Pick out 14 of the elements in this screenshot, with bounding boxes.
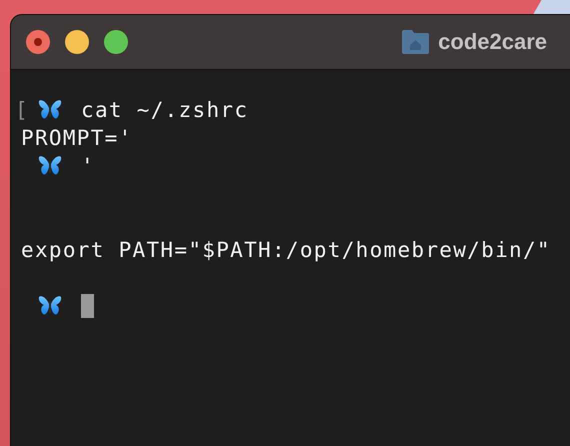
window-title: code2care	[438, 29, 547, 55]
home-folder-icon	[401, 29, 430, 55]
butterfly-icon	[38, 155, 62, 177]
minimize-button[interactable]	[65, 30, 89, 54]
butterfly-icon	[38, 295, 62, 317]
close-dot-icon	[34, 38, 42, 46]
output-text: PROMPT='	[21, 126, 133, 150]
command-text: '	[81, 154, 95, 178]
zoom-button[interactable]	[104, 30, 128, 54]
command-text: cat ~/.zshrc	[81, 98, 248, 122]
close-button[interactable]	[26, 30, 50, 54]
butterfly-icon	[38, 99, 62, 121]
bracket-mark: [	[15, 98, 27, 122]
output-text: export PATH="$PATH:/opt/homebrew/bin/"	[21, 238, 551, 262]
